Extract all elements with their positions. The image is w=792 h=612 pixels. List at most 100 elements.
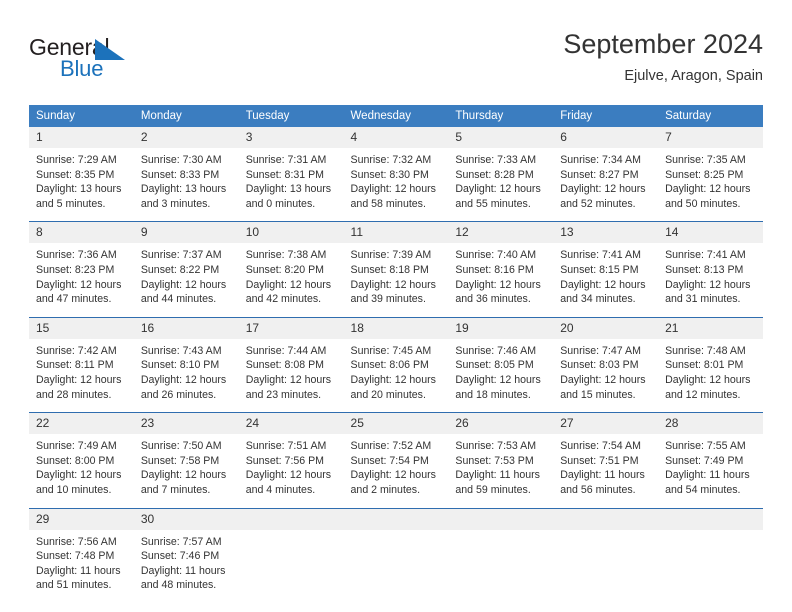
daylight-text-line2: and 26 minutes. [140,388,217,401]
daylight-text-line1: Daylight: 12 hours [245,373,332,386]
day-details: Sunrise: 7:32 AM Sunset: 8:30 PM Dayligh… [344,148,449,221]
sunrise-text: Sunrise: 7:43 AM [140,344,222,357]
daylight-text-line1: Daylight: 12 hours [665,183,751,196]
day-cell[interactable]: 16 Sunrise: 7:43 AM Sunset: 8:10 PM Dayl… [133,316,239,413]
day-details: Sunrise: 7:44 AM Sunset: 8:08 PM Dayligh… [239,339,344,412]
weekday-header-sunday: Sunday [29,105,134,127]
day-details: Sunrise: 7:53 AM Sunset: 7:53 PM Dayligh… [448,434,553,507]
day-number: 25 [343,413,449,435]
daylight-text-line1: Daylight: 11 hours [455,469,540,482]
day-details: Sunrise: 7:51 AM Sunset: 7:56 PM Dayligh… [239,434,344,507]
day-number: 1 [29,127,134,148]
day-cell[interactable]: 29 Sunrise: 7:56 AM Sunset: 7:48 PM Dayl… [29,507,134,603]
sunrise-text: Sunrise: 7:40 AM [455,249,537,262]
sunrise-text: Sunrise: 7:49 AM [36,440,117,453]
day-number: 14 [658,222,763,244]
title-block: September 2024 Ejulve, Aragon, Spain [563,28,763,87]
day-details: Sunrise: 7:49 AM Sunset: 8:00 PM Dayligh… [29,434,134,507]
day-cell[interactable]: 13 Sunrise: 7:41 AM Sunset: 8:15 PM Dayl… [553,221,659,318]
day-cell[interactable]: 26 Sunrise: 7:53 AM Sunset: 7:53 PM Dayl… [448,412,554,508]
day-number: 26 [448,413,554,435]
day-details: Sunrise: 7:50 AM Sunset: 7:58 PM Dayligh… [134,434,239,507]
day-number [238,508,344,530]
weekday-header-monday: Monday [133,105,239,127]
daylight-text-line2: and 3 minutes. [140,197,211,210]
day-cell[interactable]: 1 Sunrise: 7:29 AM Sunset: 8:35 PM Dayli… [29,127,134,222]
sunset-text: Sunset: 8:33 PM [140,168,220,181]
sunrise-text: Sunrise: 7:45 AM [350,344,432,357]
day-cell[interactable]: 9 Sunrise: 7:37 AM Sunset: 8:22 PM Dayli… [133,221,239,318]
day-cell[interactable]: 12 Sunrise: 7:40 AM Sunset: 8:16 PM Dayl… [448,221,554,318]
day-details: Sunrise: 7:47 AM Sunset: 8:03 PM Dayligh… [553,339,658,412]
daylight-text-line2: and 50 minutes. [665,197,741,210]
day-cell[interactable]: 4 Sunrise: 7:32 AM Sunset: 8:30 PM Dayli… [343,127,449,222]
day-details: Sunrise: 7:56 AM Sunset: 7:48 PM Dayligh… [29,530,134,603]
day-cell[interactable]: 7 Sunrise: 7:35 AM Sunset: 8:25 PM Dayli… [658,127,763,222]
day-cell[interactable]: 23 Sunrise: 7:50 AM Sunset: 7:58 PM Dayl… [133,412,239,508]
day-number: 17 [238,317,344,339]
calendar-week-row: 1 Sunrise: 7:29 AM Sunset: 8:35 PM Dayli… [29,127,763,222]
day-details: Sunrise: 7:35 AM Sunset: 8:25 PM Dayligh… [658,148,763,221]
day-number: 2 [133,127,239,148]
day-cell-empty [448,507,554,603]
day-cell[interactable]: 3 Sunrise: 7:31 AM Sunset: 8:31 PM Dayli… [238,127,344,222]
daylight-text-line1: Daylight: 13 hours [36,183,122,196]
sunset-text: Sunset: 8:22 PM [140,263,220,276]
calendar-body: 1 Sunrise: 7:29 AM Sunset: 8:35 PM Dayli… [29,127,763,603]
day-cell[interactable]: 17 Sunrise: 7:44 AM Sunset: 8:08 PM Dayl… [238,316,344,413]
day-cell[interactable]: 5 Sunrise: 7:33 AM Sunset: 8:28 PM Dayli… [448,127,554,222]
daylight-text-line2: and 36 minutes. [455,293,531,306]
day-cell[interactable]: 8 Sunrise: 7:36 AM Sunset: 8:23 PM Dayli… [29,221,134,318]
sunset-text: Sunset: 8:35 PM [36,168,115,181]
day-cell-empty [343,507,449,603]
calendar-page: General Blue September 2024 Ejulve, Arag… [0,0,792,612]
daylight-text-line1: Daylight: 11 hours [140,564,226,577]
day-number: 16 [133,317,239,339]
weekday-header-wednesday: Wednesday [343,105,449,127]
daylight-text-line1: Daylight: 11 hours [665,469,750,482]
day-number: 7 [658,127,763,148]
day-cell[interactable]: 15 Sunrise: 7:42 AM Sunset: 8:11 PM Dayl… [29,316,134,413]
daylight-text-line1: Daylight: 12 hours [245,278,332,291]
day-cell[interactable]: 30 Sunrise: 7:57 AM Sunset: 7:46 PM Dayl… [133,507,239,603]
daylight-text-line2: and 0 minutes. [245,197,316,210]
day-cell[interactable]: 14 Sunrise: 7:41 AM Sunset: 8:13 PM Dayl… [658,221,763,318]
day-number: 18 [343,317,449,339]
day-details: Sunrise: 7:57 AM Sunset: 7:46 PM Dayligh… [134,530,239,603]
day-number: 5 [448,127,554,148]
day-number: 30 [133,508,239,530]
sunrise-text: Sunrise: 7:54 AM [560,440,641,453]
day-number [448,508,554,530]
sunrise-text: Sunrise: 7:41 AM [560,249,641,262]
daylight-text-line2: and 2 minutes. [350,483,421,496]
day-number: 8 [29,222,134,244]
day-details: Sunrise: 7:45 AM Sunset: 8:06 PM Dayligh… [344,339,449,412]
day-cell[interactable]: 10 Sunrise: 7:38 AM Sunset: 8:20 PM Dayl… [238,221,344,318]
daylight-text-line2: and 56 minutes. [560,483,636,496]
day-cell[interactable]: 25 Sunrise: 7:52 AM Sunset: 7:54 PM Dayl… [343,412,449,508]
day-cell[interactable]: 24 Sunrise: 7:51 AM Sunset: 7:56 PM Dayl… [238,412,344,508]
day-cell[interactable]: 18 Sunrise: 7:45 AM Sunset: 8:06 PM Dayl… [343,316,449,413]
day-cell[interactable]: 27 Sunrise: 7:54 AM Sunset: 7:51 PM Dayl… [553,412,659,508]
page-header: General Blue September 2024 Ejulve, Arag… [29,28,763,98]
weekday-header-thursday: Thursday [448,105,554,127]
daylight-text-line2: and 23 minutes. [245,388,322,401]
day-cell[interactable]: 19 Sunrise: 7:46 AM Sunset: 8:05 PM Dayl… [448,316,554,413]
day-cell[interactable]: 20 Sunrise: 7:47 AM Sunset: 8:03 PM Dayl… [553,316,659,413]
daylight-text-line1: Daylight: 12 hours [350,373,436,386]
day-cell[interactable]: 2 Sunrise: 7:30 AM Sunset: 8:33 PM Dayli… [133,127,239,222]
weekday-header-tuesday: Tuesday [238,105,344,127]
daylight-text-line2: and 7 minutes. [140,483,211,496]
daylight-text-line1: Daylight: 12 hours [455,183,541,196]
day-number: 10 [238,222,344,244]
sunrise-text: Sunrise: 7:35 AM [665,154,746,166]
day-cell[interactable]: 6 Sunrise: 7:34 AM Sunset: 8:27 PM Dayli… [553,127,659,222]
daylight-text-line1: Daylight: 12 hours [560,278,646,291]
day-number: 27 [553,413,659,435]
day-cell[interactable]: 22 Sunrise: 7:49 AM Sunset: 8:00 PM Dayl… [29,412,134,508]
daylight-text-line1: Daylight: 11 hours [36,564,121,577]
day-cell[interactable]: 21 Sunrise: 7:48 AM Sunset: 8:01 PM Dayl… [658,316,763,413]
daylight-text-line2: and 10 minutes. [36,483,112,496]
day-cell[interactable]: 28 Sunrise: 7:55 AM Sunset: 7:49 PM Dayl… [658,412,763,508]
day-cell[interactable]: 11 Sunrise: 7:39 AM Sunset: 8:18 PM Dayl… [343,221,449,318]
